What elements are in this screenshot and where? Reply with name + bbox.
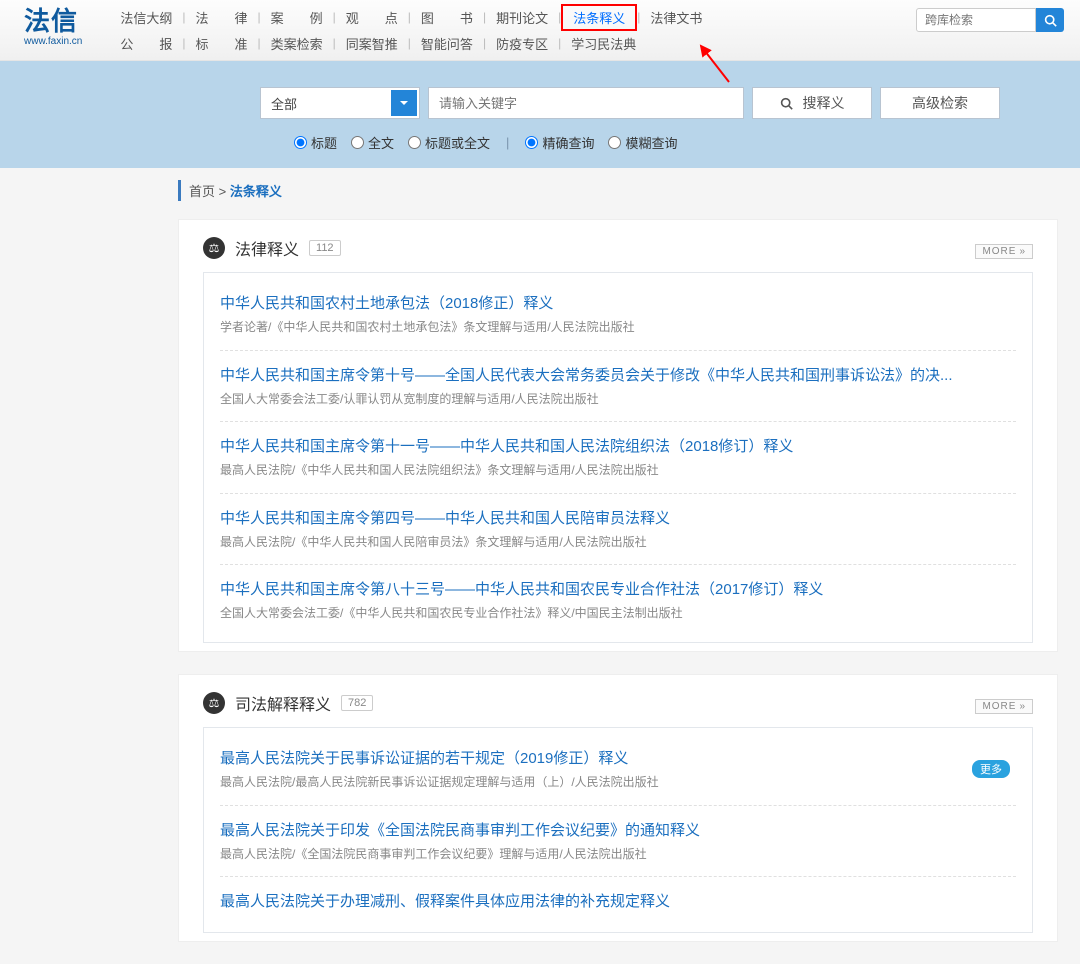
radio-input-标题或全文[interactable] <box>408 136 421 149</box>
logo[interactable]: 法信 www.faxin.cn <box>24 8 82 48</box>
item-more-badge[interactable]: 更多 <box>972 760 1010 778</box>
item-title-link[interactable]: 中华人民共和国主席令第十号——全国人民代表大会常务委员会关于修改《中华人民共和国… <box>220 367 953 384</box>
list-item: 最高人民法院关于印发《全国法院民商事审判工作会议纪要》的通知释义最高人民法院/《… <box>220 806 1016 878</box>
item-subtitle: 最高人民法院/《中华人民共和国人民陪审员法》条文理解与适用/人民法院出版社 <box>220 535 1016 551</box>
item-subtitle: 全国人大常委会法工委/《中华人民共和国农民专业合作社法》释义/中国民主法制出版社 <box>220 606 1016 622</box>
logo-text: 法信 <box>24 8 82 34</box>
nav-link-法条释义[interactable]: 法条释义 <box>561 4 637 31</box>
more-arrow-icon: » <box>1019 246 1026 257</box>
item-subtitle: 最高人民法院/最高人民法院新民事诉讼证据规定理解与适用（上）/人民法院出版社 <box>220 775 1016 791</box>
breadcrumb: 首页 > 法条释义 <box>178 180 1058 201</box>
item-title-link[interactable]: 中华人民共和国主席令第八十三号——中华人民共和国农民专业合作社法（2017修订）… <box>220 581 823 598</box>
nav-link-学习民法典[interactable]: 学习民法典 <box>561 34 646 53</box>
nav-link-防疫专区[interactable]: 防疫专区 <box>486 34 558 53</box>
list-item: 中华人民共和国农村土地承包法（2018修正）释义学者论著/《中华人民共和国农村土… <box>220 279 1016 351</box>
nav-link-同案智推[interactable]: 同案智推 <box>336 34 408 53</box>
section-title: 司法解释释义 <box>235 691 331 715</box>
top-search-input[interactable] <box>916 8 1036 32</box>
section-title: 法律释义 <box>235 236 299 260</box>
radio-input-精确查询[interactable] <box>525 136 538 149</box>
nav-link-图书[interactable]: 图 书 <box>411 8 483 27</box>
list-item: 中华人民共和国主席令第八十三号——中华人民共和国农民专业合作社法（2017修订）… <box>220 565 1016 636</box>
radio-全文[interactable]: 全文 <box>347 133 398 152</box>
radio-input-标题[interactable] <box>294 136 307 149</box>
nav-link-案例[interactable]: 案 例 <box>261 8 333 27</box>
radio-精确查询[interactable]: 精确查询 <box>521 133 598 152</box>
section-1: ⚖ 司法解释释义 782 MORE» 最高人民法院关于民事诉讼证据的若干规定（2019修… <box>178 674 1058 942</box>
list-item: 中华人民共和国主席令第十号——全国人民代表大会常务委员会关于修改《中华人民共和国… <box>220 351 1016 423</box>
more-button[interactable]: MORE» <box>975 699 1033 714</box>
search-button-label: 搜释义 <box>803 93 845 113</box>
breadcrumb-home[interactable]: 首页 <box>189 184 215 199</box>
item-title-link[interactable]: 最高人民法院关于印发《全国法院民商事审判工作会议纪要》的通知释义 <box>220 822 700 839</box>
top-nav: 法信大纲|法 律|案 例|观 点|图 书|期刊论文|法条释义|法律文书 公 报|… <box>110 6 880 54</box>
item-subtitle: 最高人民法院/《全国法院民商事审判工作会议纪要》理解与适用/人民法院出版社 <box>220 847 1016 863</box>
list-item: 中华人民共和国主席令第四号——中华人民共和国人民陪审员法释义最高人民法院/《中华… <box>220 494 1016 566</box>
nav-link-观点[interactable]: 观 点 <box>336 8 408 27</box>
chevron-down-icon <box>391 90 417 116</box>
item-subtitle: 最高人民法院/《中华人民共和国人民法院组织法》条文理解与适用/人民法院出版社 <box>220 463 1016 479</box>
category-select[interactable]: 全部 <box>260 87 420 119</box>
list-item: 最高人民法院关于民事诉讼证据的若干规定（2019修正）释义最高人民法院/最高人民… <box>220 734 1016 806</box>
more-button[interactable]: MORE» <box>975 244 1033 259</box>
section-count: 782 <box>341 695 373 711</box>
top-search <box>916 8 1064 32</box>
section-0: ⚖ 法律释义 112 MORE» 中华人民共和国农村土地承包法（2018修正）释义学者论… <box>178 219 1058 652</box>
nav-link-智能问答[interactable]: 智能问答 <box>411 34 483 53</box>
category-select-value: 全部 <box>271 94 297 113</box>
breadcrumb-current: 法条释义 <box>230 184 282 199</box>
nav-link-标准[interactable]: 标 准 <box>186 34 258 53</box>
search-band: 全部 搜释义 高级检索 标题全文标题或全文|精确查询模糊查询 <box>0 61 1080 168</box>
search-button[interactable]: 搜释义 <box>752 87 872 119</box>
search-icon <box>780 97 793 110</box>
item-title-link[interactable]: 中华人民共和国主席令第十一号——中华人民共和国人民法院组织法（2018修订）释义 <box>220 438 793 455</box>
scales-icon: ⚖ <box>203 237 225 259</box>
radio-input-全文[interactable] <box>351 136 364 149</box>
radio-标题或全文[interactable]: 标题或全文 <box>404 133 494 152</box>
top-search-button[interactable] <box>1036 8 1064 32</box>
radio-input-模糊查询[interactable] <box>608 136 621 149</box>
section-count: 112 <box>309 240 341 256</box>
item-title-link[interactable]: 中华人民共和国主席令第四号——中华人民共和国人民陪审员法释义 <box>220 510 670 527</box>
logo-url: www.faxin.cn <box>24 36 82 48</box>
nav-link-期刊论文[interactable]: 期刊论文 <box>486 8 558 27</box>
item-title-link[interactable]: 最高人民法院关于民事诉讼证据的若干规定（2019修正）释义 <box>220 750 628 767</box>
nav-link-公报[interactable]: 公 报 <box>110 34 182 53</box>
nav-link-类案检索[interactable]: 类案检索 <box>261 34 333 53</box>
item-subtitle: 学者论著/《中华人民共和国农村土地承包法》条文理解与适用/人民法院出版社 <box>220 320 1016 336</box>
item-title-link[interactable]: 最高人民法院关于办理减刑、假释案件具体应用法律的补充规定释义 <box>220 893 670 910</box>
radio-模糊查询[interactable]: 模糊查询 <box>604 133 681 152</box>
item-title-link[interactable]: 中华人民共和国农村土地承包法（2018修正）释义 <box>220 295 553 312</box>
nav-link-法律[interactable]: 法 律 <box>186 8 258 27</box>
search-mode-radios: 标题全文标题或全文|精确查询模糊查询 <box>260 133 1000 152</box>
advanced-search-button[interactable]: 高级检索 <box>880 87 1000 119</box>
nav-link-法信大纲[interactable]: 法信大纲 <box>110 8 182 27</box>
list-item: 最高人民法院关于办理减刑、假释案件具体应用法律的补充规定释义 <box>220 877 1016 926</box>
more-arrow-icon: » <box>1019 701 1026 712</box>
scales-icon: ⚖ <box>203 692 225 714</box>
list-item: 中华人民共和国主席令第十一号——中华人民共和国人民法院组织法（2018修订）释义… <box>220 422 1016 494</box>
search-icon <box>1044 14 1057 27</box>
keyword-input[interactable] <box>428 87 744 119</box>
item-subtitle: 全国人大常委会法工委/认罪认罚从宽制度的理解与适用/人民法院出版社 <box>220 392 1016 408</box>
nav-link-法律文书[interactable]: 法律文书 <box>640 8 712 27</box>
radio-标题[interactable]: 标题 <box>290 133 341 152</box>
